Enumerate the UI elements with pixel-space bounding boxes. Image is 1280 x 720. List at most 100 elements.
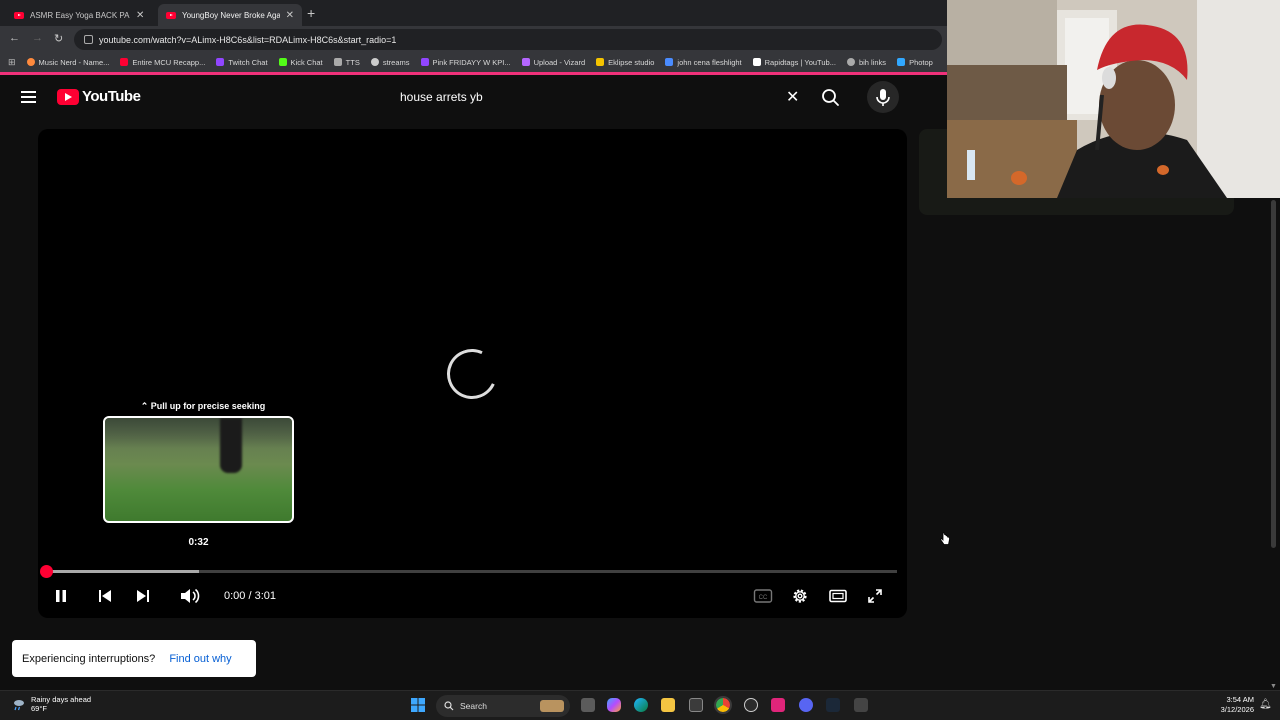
new-tab-button[interactable]: + <box>307 5 315 21</box>
streamlabs-icon[interactable] <box>771 698 785 712</box>
clock-time: 3:54 AM <box>1226 695 1254 704</box>
site-info-icon[interactable] <box>84 35 93 44</box>
bookmark[interactable]: Entire MCU Recapp... <box>120 58 205 67</box>
notification-bell-icon[interactable]: 🔔︎ <box>1259 699 1272 710</box>
find-out-why-link[interactable]: Find out why <box>169 653 231 665</box>
taskbar-search-label: Search <box>460 701 487 711</box>
next-button[interactable] <box>132 585 154 607</box>
bookmark[interactable]: Twitch Chat <box>216 58 268 67</box>
svg-text:CC: CC <box>759 595 768 601</box>
search-query: house arrets yb <box>400 90 483 104</box>
captions-button[interactable]: CC <box>752 585 774 607</box>
search-button[interactable] <box>812 81 850 113</box>
theater-mode-button[interactable] <box>827 585 849 607</box>
video-player[interactable]: ⌃ Pull up for precise seeking 0:32 0:00 … <box>38 129 907 618</box>
hand-cursor-icon <box>939 532 950 551</box>
file-explorer-icon[interactable] <box>661 698 675 712</box>
bookmark-label: Entire MCU Recapp... <box>132 57 206 67</box>
taskbar-search[interactable]: Search <box>436 695 570 717</box>
bookmark-label: streams <box>382 57 410 67</box>
weather-temp: 69°F <box>31 704 47 713</box>
webcam-image <box>947 0 1280 198</box>
search-icon <box>822 89 839 106</box>
webcam-overlay <box>947 0 1280 198</box>
bookmark-favicon-icon <box>596 58 605 66</box>
search-highlight-icon <box>540 700 564 712</box>
browser-tab-active[interactable]: YoungBoy Never Broke Again - ✕ <box>158 4 302 26</box>
youtube-favicon-icon <box>166 11 176 19</box>
bookmark-favicon-icon <box>897 58 906 66</box>
captions-icon: CC <box>753 589 773 603</box>
bookmark[interactable]: Rapidtags | YouTub... <box>752 58 836 67</box>
bookmark-favicon-icon <box>216 58 225 66</box>
bookmark-label: john cena fleshlight <box>677 57 742 67</box>
bookmark[interactable]: TTS <box>333 57 360 67</box>
loading-spinner-icon <box>439 341 505 407</box>
tab-close-icon[interactable]: ✕ <box>136 10 144 21</box>
tab-close-icon[interactable]: ✕ <box>286 10 294 21</box>
bookmark[interactable]: Kick Chat <box>278 57 323 67</box>
obs-icon[interactable] <box>744 698 758 712</box>
address-bar[interactable]: youtube.com/watch?v=ALimx-H8C6s&list=RDA… <box>74 29 942 50</box>
copilot-icon[interactable] <box>607 698 621 712</box>
chevron-up-icon: ⌃ <box>140 401 149 411</box>
bookmark-label: Kick Chat <box>290 57 323 67</box>
menu-icon[interactable] <box>21 91 36 103</box>
system-clock[interactable]: 3:54 AM 3/12/2026 <box>1212 695 1254 715</box>
apps-grid-icon[interactable]: ⊞ <box>8 57 16 68</box>
bookmark-label: TTS <box>345 57 360 67</box>
seek-hint-text: Pull up for precise seeking <box>150 401 266 411</box>
previous-button[interactable] <box>94 585 116 607</box>
tab-title: YoungBoy Never Broke Again - <box>181 10 280 20</box>
gear-icon <box>793 589 807 603</box>
bookmark-favicon-icon <box>370 58 379 66</box>
volume-button[interactable] <box>178 585 202 607</box>
start-button[interactable] <box>411 698 425 712</box>
bookmark[interactable]: john cena fleshlight <box>665 57 742 67</box>
task-view-icon[interactable] <box>581 698 595 712</box>
chrome-icon[interactable] <box>714 696 732 714</box>
bookmark[interactable]: bih links <box>846 58 886 67</box>
windows-taskbar: Rainy days ahead 69°F Search 3:54 AM 3/1… <box>0 690 1280 720</box>
weather-widget[interactable]: Rainy days ahead 69°F <box>12 695 91 713</box>
clear-search-icon[interactable]: ✕ <box>786 87 799 107</box>
bookmark-label: Music Nerd - Name... <box>38 57 110 67</box>
progress-buffered <box>46 570 199 573</box>
pause-button[interactable] <box>50 585 72 607</box>
bookmark[interactable]: streams <box>370 57 410 67</box>
progress-scrubber[interactable] <box>40 565 53 578</box>
bookmark-favicon-icon <box>521 58 530 66</box>
search-input[interactable]: house arrets yb <box>387 81 807 113</box>
interruptions-toast: Experiencing interruptions? Find out why <box>12 640 256 677</box>
youtube-logo[interactable]: YouTube <box>57 88 141 105</box>
microphone-icon <box>876 89 890 106</box>
bookmark[interactable]: Eklipse studio <box>596 58 654 67</box>
url-text: youtube.com/watch?v=ALimx-H8C6s&list=RDA… <box>99 34 397 45</box>
logo-text: YouTube <box>82 88 141 105</box>
edge-icon[interactable] <box>634 698 648 712</box>
app-icon[interactable] <box>854 698 868 712</box>
browser-tab[interactable]: ASMR Easy Yoga BACK PAIN RE ✕ <box>6 4 156 26</box>
bookmark[interactable]: Music Nerd - Name... <box>26 57 110 67</box>
voice-search-button[interactable] <box>867 81 899 113</box>
page-scrollbar[interactable] <box>1271 200 1276 548</box>
reload-icon[interactable]: ↻ <box>54 32 63 45</box>
bookmark-favicon-icon <box>278 58 287 66</box>
skip-next-icon <box>137 590 149 602</box>
fullscreen-button[interactable] <box>864 585 886 607</box>
pause-icon <box>56 590 66 602</box>
bookmark[interactable]: Pink FRIDAYY W KPI... <box>420 58 511 67</box>
browser-tab-strip: ASMR Easy Yoga BACK PAIN RE ✕ YoungBoy N… <box>0 0 948 26</box>
discord-icon[interactable] <box>799 698 813 712</box>
bookmark[interactable]: Photop <box>897 58 933 67</box>
store-icon[interactable] <box>689 698 703 712</box>
settings-button[interactable] <box>789 585 811 607</box>
skip-previous-icon <box>99 590 111 602</box>
bookmark[interactable]: Upload - Vizard <box>521 58 585 67</box>
scroll-down-arrow-icon[interactable]: ▼ <box>1270 683 1277 690</box>
youtube-favicon-icon <box>14 11 24 19</box>
back-arrow-icon[interactable]: ← <box>9 32 20 44</box>
steam-icon[interactable] <box>826 698 840 712</box>
forward-arrow-icon[interactable]: → <box>32 32 43 44</box>
seek-preview-thumbnail <box>103 416 294 523</box>
